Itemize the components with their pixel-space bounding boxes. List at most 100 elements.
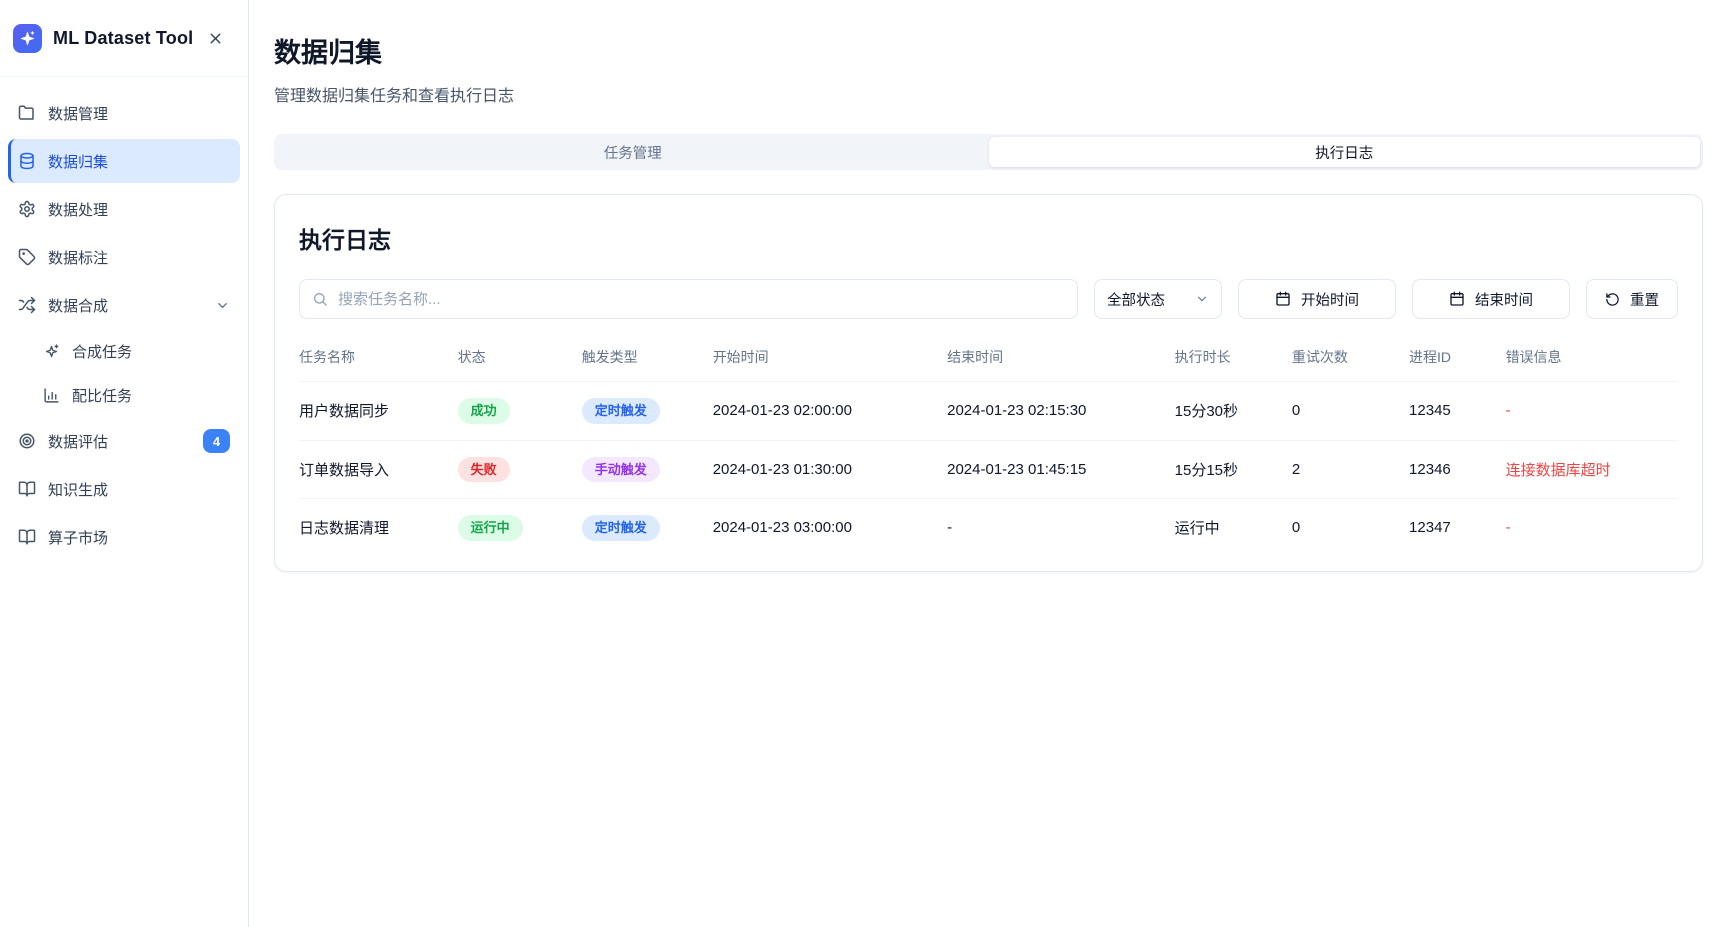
table-row: 日志数据清理 运行中 定时触发 2024-01-23 03:00:00 - 运行… [299,499,1678,557]
col-trigger-type: 触发类型 [582,337,713,382]
start-time-button[interactable]: 开始时间 [1238,279,1396,319]
cell-error: - [1506,499,1678,557]
sidebar-item-synthesis-task[interactable]: 合成任务 [8,331,240,371]
cell-error: 连接数据库超时 [1506,440,1678,499]
reset-label: 重置 [1630,289,1659,310]
sidebar-item-data-management[interactable]: 数据管理 [8,91,240,135]
cell-status: 运行中 [458,499,582,557]
cell-retries: 0 [1292,382,1409,441]
sidebar-header: ML Dataset Tool [0,0,248,77]
app-title: ML Dataset Tool [53,28,193,49]
col-status: 状态 [458,337,582,382]
search-icon [312,291,328,307]
sidebar-item-label: 合成任务 [72,341,132,362]
col-error: 错误信息 [1506,337,1678,382]
sidebar: ML Dataset Tool 数据管理 数据归集 数据处理 [0,0,249,927]
cell-task-name: 订单数据导入 [299,440,458,499]
app-logo [13,24,42,53]
tab-task-management[interactable]: 任务管理 [277,137,989,167]
col-start-time: 开始时间 [713,337,947,382]
cell-start-time: 2024-01-23 02:00:00 [713,382,947,441]
reset-button[interactable]: 重置 [1586,279,1678,319]
close-icon [207,30,224,47]
tag-icon [18,248,36,266]
shuffle-icon [18,296,36,314]
cell-duration: 15分15秒 [1175,440,1292,499]
database-icon [18,152,36,170]
sidebar-item-label: 数据评估 [48,431,108,452]
sparkles-icon [19,30,36,47]
cell-end-time: 2024-01-23 02:15:30 [947,382,1175,441]
sidebar-item-data-collection[interactable]: 数据归集 [8,139,240,183]
cell-pid: 12345 [1409,382,1506,441]
filter-bar: 全部状态 开始时间 结束时间 [299,279,1678,319]
cell-trigger: 定时触发 [582,382,713,441]
tab-execution-logs[interactable]: 执行日志 [989,137,1701,167]
cell-pid: 12347 [1409,499,1506,557]
status-badge: 失败 [458,457,510,483]
status-filter-select[interactable]: 全部状态 [1094,279,1222,319]
sidebar-item-label: 数据归集 [48,151,108,172]
sidebar-item-operator-market[interactable]: 算子市场 [8,515,240,559]
sparkles-icon [43,343,60,360]
sidebar-item-label: 知识生成 [48,479,108,500]
status-badge: 运行中 [458,515,523,541]
sidebar-item-ratio-task[interactable]: 配比任务 [8,375,240,415]
trigger-badge: 定时触发 [582,398,660,424]
calendar-icon [1275,291,1291,307]
sidebar-item-label: 数据管理 [48,103,108,124]
start-time-label: 开始时间 [1301,289,1359,310]
cell-pid: 12346 [1409,440,1506,499]
cell-start-time: 2024-01-23 01:30:00 [713,440,947,499]
status-badge: 成功 [458,398,510,424]
book-open-icon [18,528,36,546]
cell-task-name: 用户数据同步 [299,382,458,441]
sidebar-item-knowledge-generation[interactable]: 知识生成 [8,467,240,511]
end-time-label: 结束时间 [1475,289,1533,310]
cell-trigger: 定时触发 [582,499,713,557]
sidebar-item-label: 配比任务 [72,385,132,406]
col-duration: 执行时长 [1175,337,1292,382]
card-title: 执行日志 [299,221,1678,255]
table-row: 订单数据导入 失败 手动触发 2024-01-23 01:30:00 2024-… [299,440,1678,499]
cell-retries: 0 [1292,499,1409,557]
cell-trigger: 手动触发 [582,440,713,499]
chevron-down-icon [1195,292,1209,306]
gear-icon [18,200,36,218]
evaluation-count-badge: 4 [203,429,230,453]
cell-task-name: 日志数据清理 [299,499,458,557]
status-filter-value: 全部状态 [1107,289,1165,310]
cell-duration: 运行中 [1175,499,1292,557]
cell-end-time: 2024-01-23 01:45:15 [947,440,1175,499]
cell-end-time: - [947,499,1175,557]
bar-chart-icon [43,387,60,404]
search-input[interactable] [300,280,1077,318]
target-icon [18,432,36,450]
cell-duration: 15分30秒 [1175,382,1292,441]
sidebar-nav: 数据管理 数据归集 数据处理 数据标注 数据合成 [0,77,248,577]
sidebar-item-label: 数据标注 [48,247,108,268]
main-content: 数据归集 管理数据归集任务和查看执行日志 任务管理 执行日志 执行日志 全部状态 [249,0,1711,572]
logs-table: 任务名称 状态 触发类型 开始时间 结束时间 执行时长 重试次数 进程ID 错误… [299,337,1678,557]
sidebar-item-data-labeling[interactable]: 数据标注 [8,235,240,279]
execution-logs-card: 执行日志 全部状态 开始时间 [274,194,1703,572]
trigger-badge: 手动触发 [582,457,660,483]
table-row: 用户数据同步 成功 定时触发 2024-01-23 02:00:00 2024-… [299,382,1678,441]
book-open-icon [18,480,36,498]
calendar-icon [1449,291,1465,307]
end-time-button[interactable]: 结束时间 [1412,279,1570,319]
page-subtitle: 管理数据归集任务和查看执行日志 [274,82,1703,106]
col-task-name: 任务名称 [299,337,458,382]
close-button[interactable] [207,30,224,47]
cell-retries: 2 [1292,440,1409,499]
col-pid: 进程ID [1409,337,1506,382]
chevron-down-icon[interactable] [215,298,230,313]
sidebar-item-data-processing[interactable]: 数据处理 [8,187,240,231]
trigger-badge: 定时触发 [582,515,660,541]
folder-icon [18,104,36,122]
rotate-ccw-icon [1605,292,1620,307]
cell-error: - [1506,382,1678,441]
sidebar-item-data-evaluation[interactable]: 数据评估 4 [8,419,240,463]
page-title: 数据归集 [274,31,1703,70]
sidebar-item-data-synthesis[interactable]: 数据合成 [8,283,240,327]
